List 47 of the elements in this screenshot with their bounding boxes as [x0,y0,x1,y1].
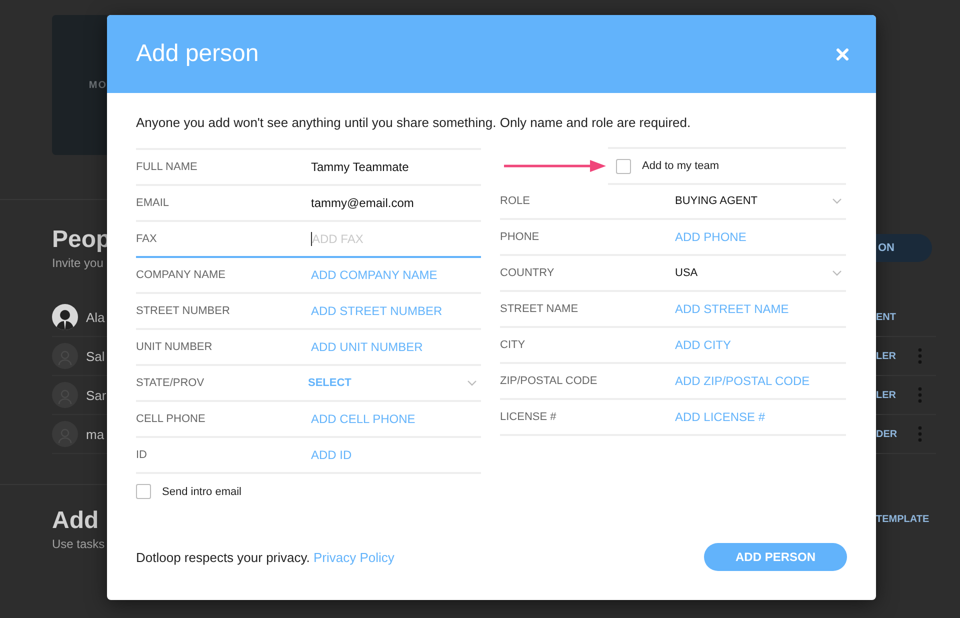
field-label: ID [136,449,148,461]
checkbox-label: Send intro email [162,486,242,498]
chevron-down-icon [832,270,842,276]
chevron-down-icon [832,198,842,204]
avatar-icon [52,421,78,447]
photo-caption: MO [88,80,107,90]
person-drawing [52,304,78,330]
field-label: STREET NUMBER [136,305,231,317]
field-label: STREET NAME [500,303,580,315]
template-link[interactable]: TEMPLATE [876,514,960,525]
person-name: Sal [86,348,105,364]
field-label: CITY [500,339,526,351]
person-name: Ala [86,310,105,324]
checkbox[interactable] [136,484,151,499]
avatar-icon [52,382,78,408]
checkbox-label: Add to my team [642,160,720,172]
avatar-icon [52,343,78,369]
role-dropdown[interactable]: LER [876,350,910,362]
section-subtitle: Use tasks [52,537,106,551]
intro-text: Anyone you add won't see anything until you share something. Only name and role are required. [136,115,692,130]
privacy-text: Dotloop respects your privacy. Privacy Policy [136,550,394,564]
field-label: EMAIL [136,197,170,209]
field-label: ROLE [500,195,531,207]
role-dropdown[interactable]: ENT [876,312,910,322]
section-heading: Add [52,507,100,535]
chevron-down-icon [467,380,477,386]
field-label: UNIT NUMBER [136,341,214,353]
field-label: PHONE [500,231,540,243]
close-icon[interactable] [836,48,849,60]
section-subtitle: Invite you [52,256,104,270]
select-field[interactable]: BUYING AGENT [675,195,846,207]
person-name: Sar [86,388,106,402]
field-label: FAX [136,233,158,245]
dialog-title: Add person [136,40,259,68]
invite-button[interactable]: ON [876,234,932,262]
person-name: ma [86,426,104,442]
field-label: COMPANY NAME [136,269,226,281]
role-dropdown[interactable]: DER [876,428,910,440]
checkbox[interactable] [616,158,631,174]
field-label: ZIP/POSTAL CODE [500,375,598,387]
role-dropdown[interactable]: LER [876,390,910,400]
field-label: LICENSE # [500,411,558,423]
field-label: FULL NAME [136,161,198,173]
field-label: COUNTRY [500,267,556,279]
field-label: STATE/PROV [136,377,206,389]
select-field[interactable]: USA [675,267,846,279]
field-label: CELL PHONE [136,413,206,425]
